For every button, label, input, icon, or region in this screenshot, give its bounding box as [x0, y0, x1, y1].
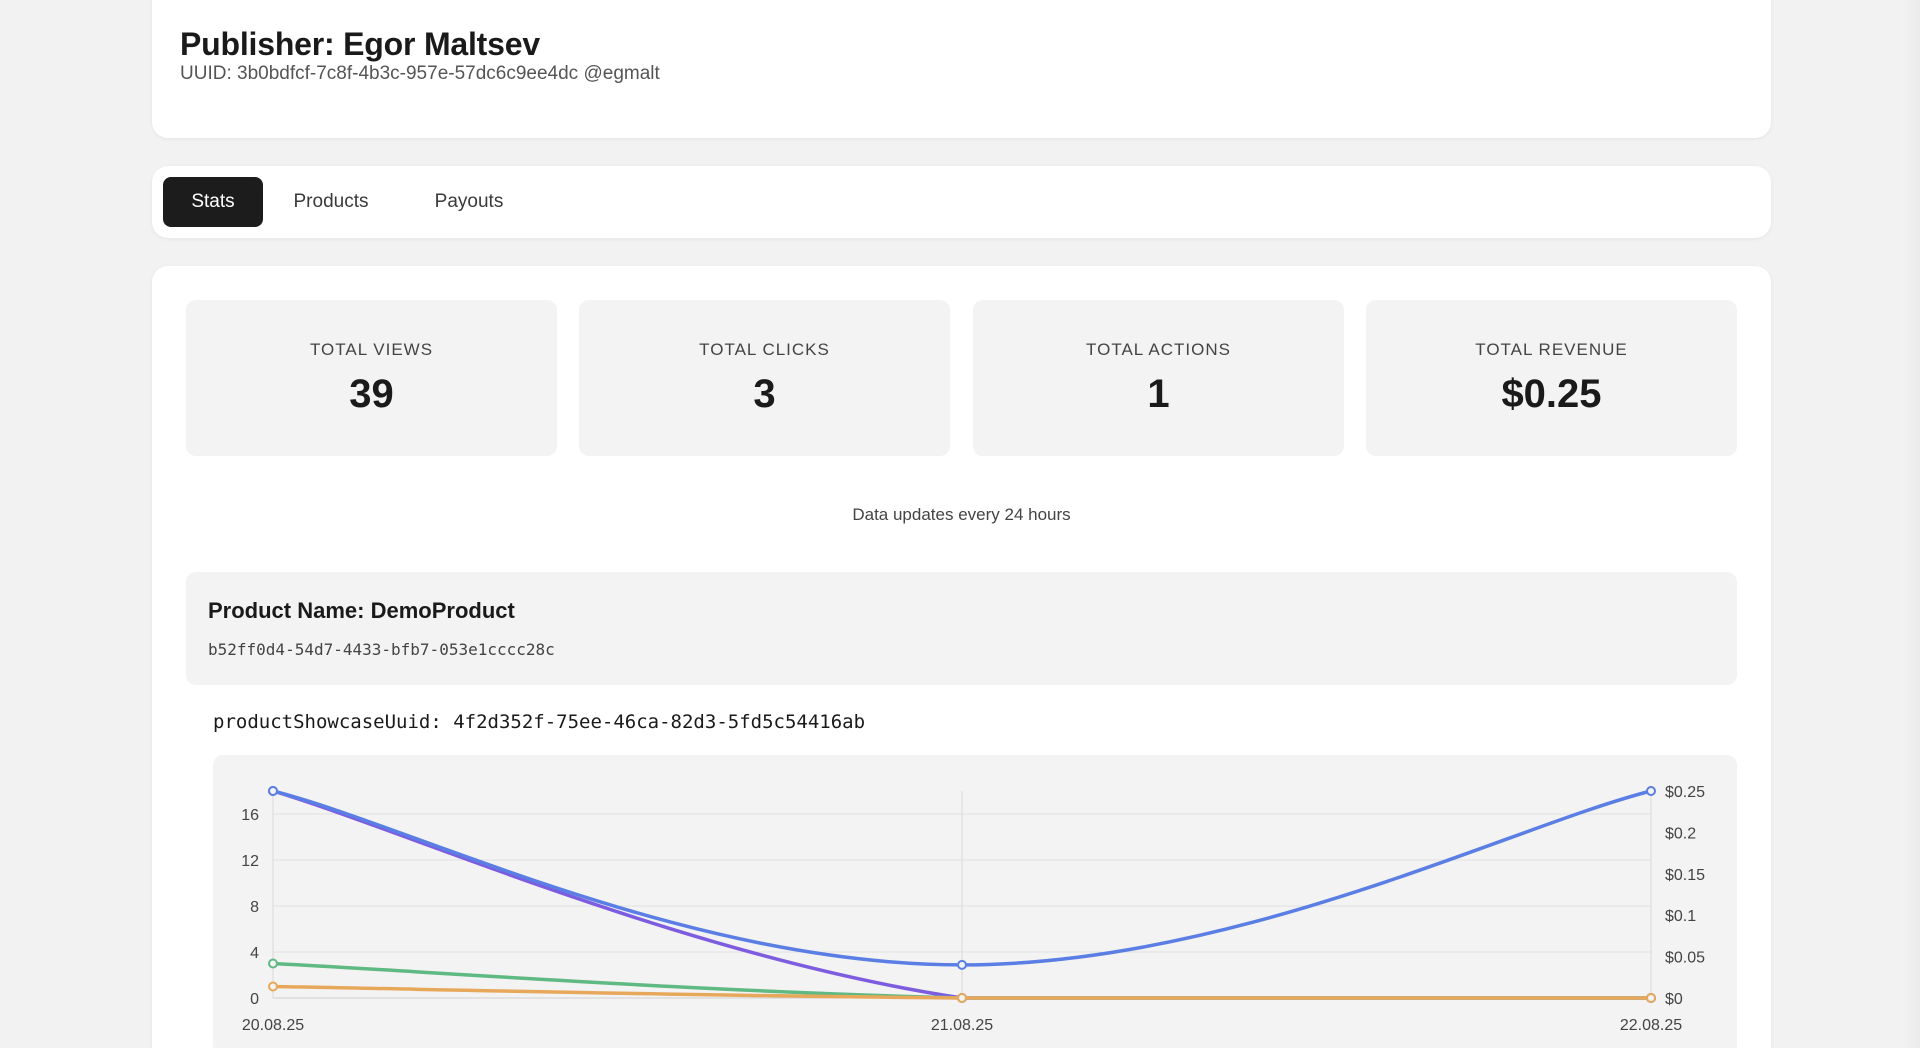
stat-card-total-revenue: TOTAL REVENUE $0.25 [1366, 300, 1737, 456]
stat-label: TOTAL ACTIONS [1086, 340, 1231, 359]
product-name: Product Name: DemoProduct [208, 598, 515, 623]
tab-products[interactable]: Products [276, 177, 386, 227]
tab-bar: Stats Products Payouts [152, 166, 1771, 238]
y-left-tick-label: 16 [241, 807, 259, 824]
stat-value: 3 [753, 372, 776, 416]
publisher-header-card: Publisher: Egor Maltsev UUID: 3b0bdfcf-7… [152, 0, 1771, 138]
y-left-tick-label: 0 [250, 991, 259, 1008]
tab-payouts[interactable]: Payouts [414, 177, 524, 227]
y-left-tick-label: 4 [250, 945, 259, 962]
stats-panel: TOTAL VIEWS 39 TOTAL CLICKS 3 TOTAL ACTI… [152, 266, 1771, 1048]
stat-value: 39 [349, 372, 394, 416]
stat-card-total-clicks: TOTAL CLICKS 3 [579, 300, 950, 456]
line-chart: 0 4 8 12 16 $0 $0.05 $0.1 $0.15 $0.2 $0.25 20.08.25… [241, 784, 1705, 1034]
x-tick-label: 22.08.25 [1620, 1017, 1682, 1034]
series-point [268, 786, 278, 796]
series-point [268, 958, 278, 969]
scrollbar-track[interactable] [1902, 0, 1920, 1048]
update-note: Data updates every 24 hours [852, 505, 1071, 524]
showcase-uuid: productShowcaseUuid: 4f2d352f-75ee-46ca-… [213, 711, 866, 733]
stat-value: 1 [1147, 372, 1170, 416]
y-right-tick-label: $0 [1665, 991, 1683, 1008]
publisher-title: Publisher: Egor Maltsev [180, 26, 540, 62]
y-left-tick-label: 8 [250, 899, 259, 916]
product-info: Product Name: DemoProduct b52ff0d4-54d7-… [186, 572, 1737, 685]
publisher-uuid: UUID: 3b0bdfcf-7c8f-4b3c-957e-57dc6c9ee4… [180, 63, 660, 84]
stat-card-total-views: TOTAL VIEWS 39 [186, 300, 557, 456]
tab-stats[interactable]: Stats [163, 177, 263, 227]
y-right-tick-label: $0.05 [1665, 950, 1705, 967]
series-point [268, 981, 278, 992]
stat-label: TOTAL VIEWS [309, 340, 434, 359]
y-left-tick-label: 12 [241, 853, 259, 870]
y-right-tick-label: $0.2 [1665, 825, 1696, 842]
y-right-tick-label: $0.15 [1665, 867, 1705, 884]
stat-card-total-actions: TOTAL ACTIONS 1 [973, 300, 1344, 456]
series-point [957, 959, 967, 970]
x-tick-label: 21.08.25 [931, 1017, 993, 1034]
stat-label: TOTAL CLICKS [699, 340, 830, 359]
product-stats-chart: 0 4 8 12 16 $0 $0.05 $0.1 $0.15 $0.2 $0.25 20.08.25… [213, 755, 1737, 1048]
x-tick-label: 20.08.25 [242, 1017, 304, 1034]
stat-label: TOTAL REVENUE [1475, 340, 1628, 359]
stat-value: $0.25 [1501, 372, 1602, 416]
series-point [1646, 993, 1656, 1003]
product-uuid: b52ff0d4-54d7-4433-bfb7-053e1cccc28c [208, 640, 555, 659]
series-point [1646, 786, 1656, 796]
series-point [957, 993, 967, 1003]
y-right-tick-label: $0.25 [1665, 784, 1705, 801]
y-right-tick-label: $0.1 [1665, 908, 1696, 925]
